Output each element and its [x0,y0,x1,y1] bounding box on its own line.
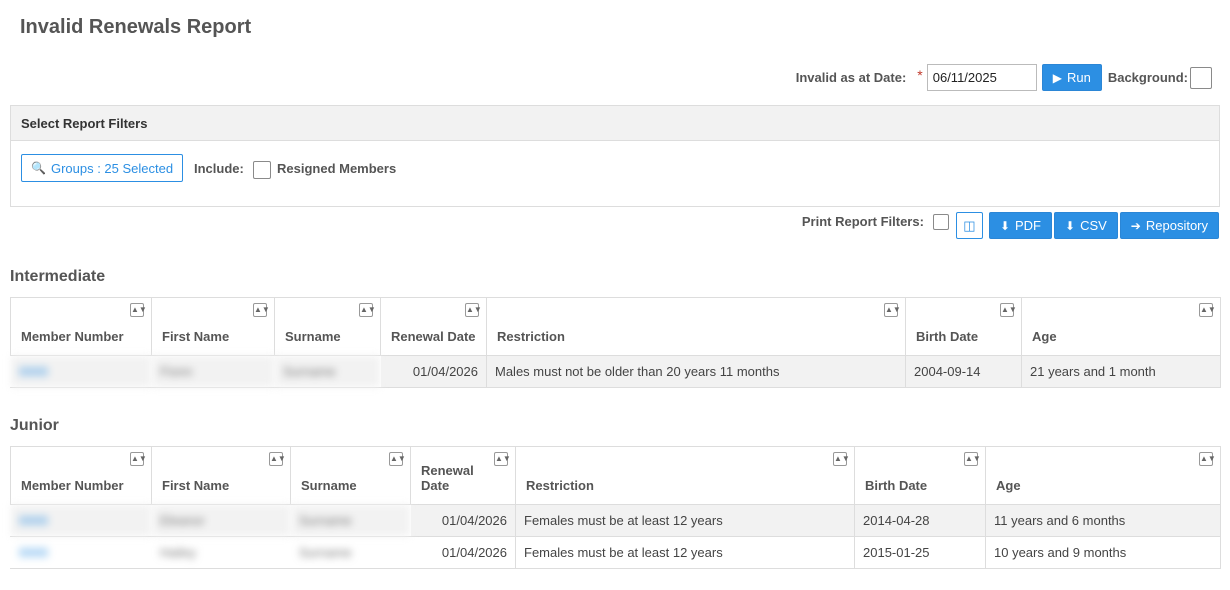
resigned-members-checkbox[interactable] [253,161,271,179]
table-row: 0000 Eleanor Surname 01/04/2026 Females … [10,504,1221,537]
sort-icon[interactable]: ▲▼ [465,303,482,317]
columns-icon: ◫ [963,217,976,233]
include-label: Include: [194,161,244,176]
download-icon: ⬇ [1065,218,1076,233]
junior-table: ▲▼ Member Number ▲▼ First Name ▲▼ Surname ▲… [10,446,1221,569]
column-header-restriction[interactable]: ▲▼ Restriction [515,446,855,505]
birth-date-cell: 2015-01-25 [854,536,986,569]
age-cell: 11 years and 6 months [985,504,1221,537]
surname-cell: Surname [290,536,411,569]
sort-icon[interactable]: ▲▼ [833,452,850,466]
sort-icon[interactable]: ▲▼ [359,303,376,317]
member-number-link[interactable]: 0000 [10,536,152,569]
columns-button[interactable]: ◫ [955,212,983,239]
sort-icon[interactable]: ▲▼ [130,303,147,317]
export-bar: Print Report Filters: ◫ ⬇ PDF ⬇ CSV ➔ Re… [802,212,1219,239]
resigned-members-label: Resigned Members [277,161,397,176]
sort-icon[interactable]: ▲▼ [964,452,981,466]
column-header-member-number[interactable]: ▲▼ Member Number [10,446,152,505]
renewal-date-cell: 01/04/2026 [410,536,516,569]
section-title-junior: Junior [10,417,59,434]
member-number-link[interactable]: 0000 [10,504,152,537]
renewal-date-cell: 01/04/2026 [410,504,516,537]
restriction-cell: Males must not be older than 20 years 11… [486,355,906,388]
column-header-age[interactable]: ▲▼ Age [985,446,1221,505]
first-name-cell: Eleanor [151,504,291,537]
restriction-cell: Females must be at least 12 years [515,536,855,569]
age-cell: 21 years and 1 month [1021,355,1221,388]
pdf-button-label: PDF [1015,218,1041,233]
csv-button-label: CSV [1080,218,1107,233]
column-header-birth-date[interactable]: ▲▼ Birth Date [905,297,1022,356]
first-name-cell: Fionn [151,355,275,388]
birth-date-cell: 2014-04-28 [854,504,986,537]
play-icon: ▶ [1052,70,1062,85]
sort-icon[interactable]: ▲▼ [389,452,406,466]
magnifier-plus-icon: 🔍 [31,161,46,175]
surname-cell: Surname [274,355,381,388]
report-filters-title: Select Report Filters [11,106,1219,141]
background-label: Background: [1107,70,1188,85]
sort-icon[interactable]: ▲▼ [269,452,286,466]
run-button[interactable]: ▶ Run [1041,64,1102,91]
required-mark: * [917,66,923,83]
groups-button-label: Groups : 25 Selected [50,160,174,176]
pdf-button[interactable]: ⬇ PDF [988,212,1052,239]
renewal-date-cell: 01/04/2026 [380,355,487,388]
restriction-cell: Females must be at least 12 years [515,504,855,537]
table-header-row: ▲▼ Member Number ▲▼ First Name ▲▼ Surname ▲… [10,446,1221,505]
section-title-intermediate: Intermediate [10,268,106,285]
groups-button[interactable]: 🔍 Groups : 25 Selected [21,154,184,182]
invalid-date-label: Invalid as at Date: [795,70,907,85]
intermediate-table: ▲▼ Member Number ▲▼ First Name ▲▼ Surname ▲… [10,297,1221,388]
column-header-renewal-date[interactable]: ▲▼ Renewal Date [410,446,516,505]
birth-date-cell: 2004-09-14 [905,355,1022,388]
table-row: 0000 Hailey Surname 01/04/2026 Females m… [10,536,1221,569]
sort-icon[interactable]: ▲▼ [884,303,901,317]
column-header-first-name[interactable]: ▲▼ First Name [151,446,291,505]
sort-icon[interactable]: ▲▼ [253,303,270,317]
report-filters-panel: Select Report Filters 🔍 Groups : 25 Sele… [10,105,1220,207]
surname-cell: Surname [290,504,411,537]
sort-icon[interactable]: ▲▼ [1000,303,1017,317]
column-header-surname[interactable]: ▲▼ Surname [290,446,411,505]
column-header-first-name[interactable]: ▲▼ First Name [151,297,275,356]
page-title: Invalid Renewals Report [20,16,252,38]
run-bar: Invalid as at Date: * ▶ Run Background: [796,64,1212,91]
table-row: 0000 Fionn Surname 01/04/2026 Males must… [10,355,1221,388]
sort-icon[interactable]: ▲▼ [494,452,511,466]
first-name-cell: Hailey [151,536,291,569]
repository-button[interactable]: ➔ Repository [1119,212,1219,239]
run-button-label: Run [1066,70,1091,85]
sort-icon[interactable]: ▲▼ [1199,303,1216,317]
column-header-restriction[interactable]: ▲▼ Restriction [486,297,906,356]
column-header-member-number[interactable]: ▲▼ Member Number [10,297,152,356]
download-icon: ⬇ [999,218,1010,233]
sort-icon[interactable]: ▲▼ [130,452,147,466]
print-filters-label: Print Report Filters: [801,214,924,229]
sort-icon[interactable]: ▲▼ [1199,452,1216,466]
background-checkbox[interactable] [1190,66,1212,89]
column-header-age[interactable]: ▲▼ Age [1021,297,1221,356]
member-number-link[interactable]: 0000 [10,355,152,388]
column-header-birth-date[interactable]: ▲▼ Birth Date [854,446,986,505]
column-header-renewal-date[interactable]: ▲▼ Renewal Date [380,297,487,356]
invalid-date-input[interactable] [926,64,1037,91]
arrow-right-icon: ➔ [1130,218,1141,233]
column-header-surname[interactable]: ▲▼ Surname [274,297,381,356]
repository-button-label: Repository [1145,218,1208,233]
csv-button[interactable]: ⬇ CSV [1054,212,1118,239]
age-cell: 10 years and 9 months [985,536,1221,569]
print-filters-checkbox[interactable] [932,213,949,230]
table-header-row: ▲▼ Member Number ▲▼ First Name ▲▼ Surname ▲… [10,297,1221,356]
